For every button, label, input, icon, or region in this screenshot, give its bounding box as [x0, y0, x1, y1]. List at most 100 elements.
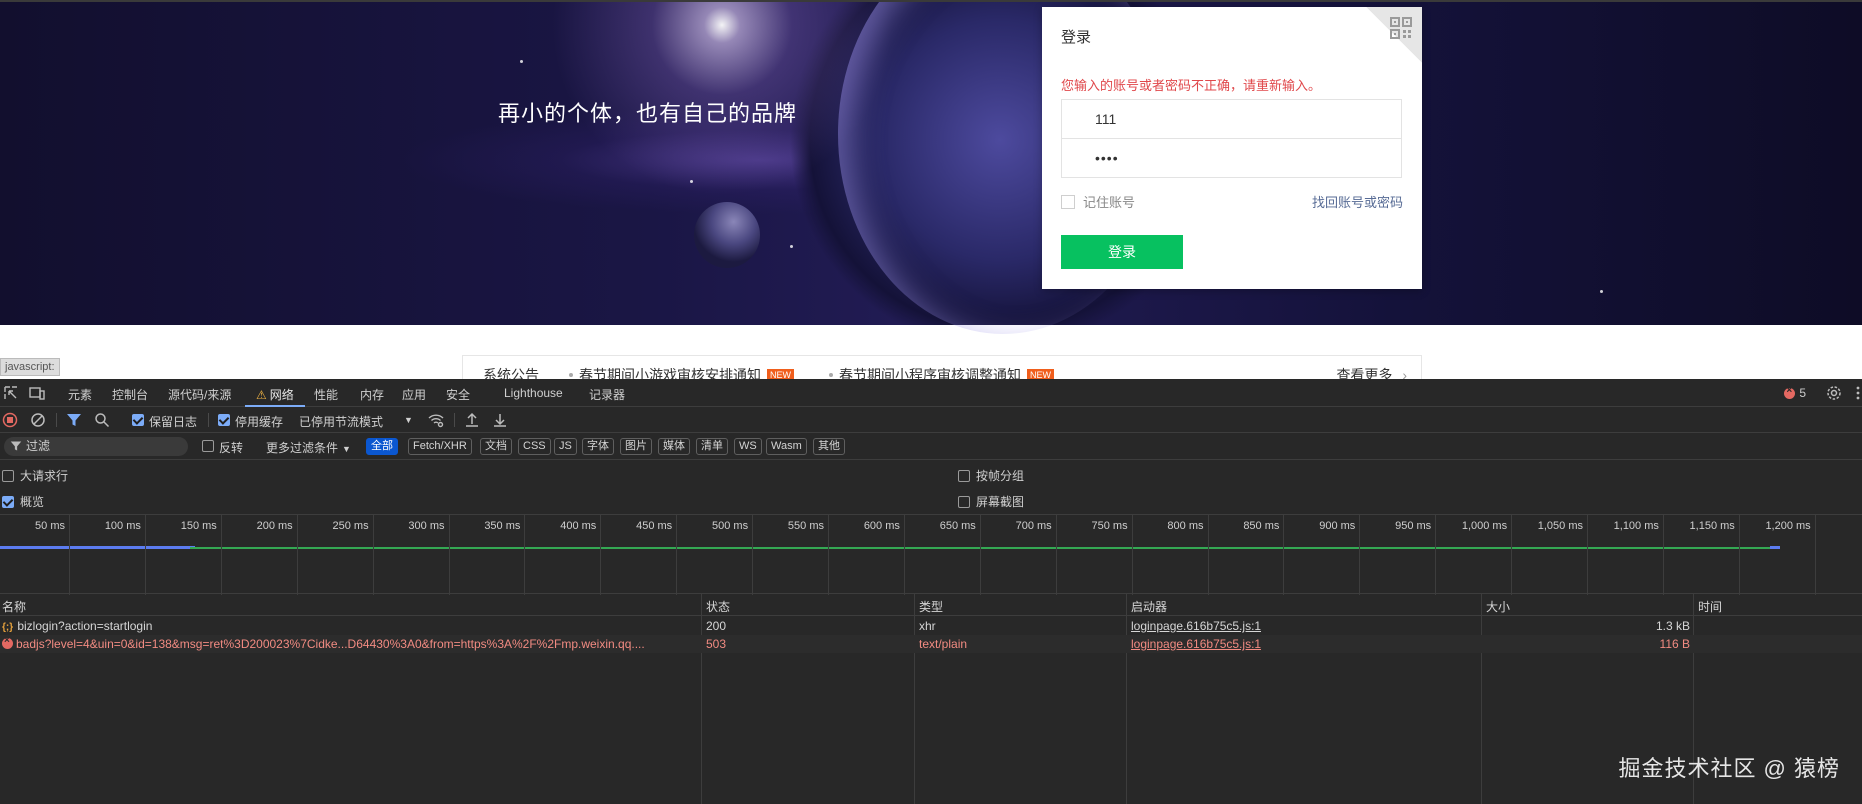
filter-icon	[10, 441, 22, 451]
tab-sources[interactable]: 源代码/来源	[168, 386, 231, 403]
large-rows-option[interactable]: 大请求行	[2, 467, 68, 484]
forgot-password-link[interactable]: 找回账号或密码	[1312, 192, 1403, 211]
header-time[interactable]: 时间	[1698, 598, 1722, 615]
header-size[interactable]: 大小	[1486, 598, 1510, 615]
cell-status: 503	[706, 637, 727, 651]
chip-font[interactable]: 字体	[582, 438, 614, 455]
network-conditions-icon[interactable]	[428, 412, 444, 428]
header-type[interactable]: 类型	[919, 598, 943, 615]
tab-security[interactable]: 安全	[446, 386, 470, 403]
chip-wasm[interactable]: Wasm	[766, 438, 807, 455]
timeline-tick-label: 550 ms	[787, 520, 824, 532]
group-by-frame-option[interactable]: 按帧分组	[958, 467, 1024, 484]
timeline-tick-label: 500 ms	[712, 520, 749, 532]
remember-account[interactable]: 记住账号	[1061, 192, 1135, 211]
large-rows-checkbox[interactable]	[2, 469, 14, 482]
export-har-icon[interactable]	[492, 412, 508, 428]
tab-console[interactable]: 控制台	[112, 386, 148, 403]
request-bar	[1770, 546, 1780, 549]
chip-img[interactable]: 图片	[620, 438, 652, 455]
account-input[interactable]: 111	[1061, 99, 1402, 139]
clear-icon[interactable]	[30, 412, 46, 428]
remember-checkbox[interactable]	[1061, 194, 1075, 209]
chip-css[interactable]: CSS	[518, 438, 551, 455]
timeline-tick-label: 450 ms	[636, 520, 673, 532]
invert-checkbox[interactable]	[202, 440, 214, 452]
group-by-frame-checkbox[interactable]	[958, 469, 970, 482]
filter-input[interactable]: 过滤	[4, 437, 188, 456]
cell-initiator-link[interactable]: loginpage.616b75c5.js:1	[1131, 637, 1261, 651]
remember-label: 记住账号	[1083, 195, 1136, 210]
notice-more-link[interactable]: 查看更多 ›	[1336, 365, 1407, 380]
notice-item[interactable]: 春节期间小程序审核调整通知 NEW	[829, 365, 1054, 380]
timeline-tick-label: 150 ms	[180, 520, 217, 532]
cell-initiator-link[interactable]: loginpage.616b75c5.js:1	[1131, 619, 1261, 633]
hero-slogan: 再小的个体，也有自己的品牌	[498, 101, 798, 126]
chip-fetch-xhr[interactable]: Fetch/XHR	[408, 438, 472, 455]
login-error-message: 您输入的账号或者密码不正确，请重新输入。	[1061, 78, 1322, 93]
cell-type: text/plain	[919, 637, 968, 651]
table-row[interactable]: {;} bizlogin?action=startlogin 200 xhr l…	[0, 617, 1862, 635]
timeline-tick-label: 800 ms	[1167, 520, 1204, 532]
overview-option[interactable]: 概览	[2, 493, 44, 510]
caret-down-icon[interactable]: ▼	[404, 415, 413, 425]
filter-icon[interactable]	[66, 412, 82, 428]
timeline-tick-label: 750 ms	[1091, 520, 1128, 532]
timeline-gridline	[903, 515, 905, 595]
tab-network[interactable]: ⚠ 网络	[256, 386, 294, 403]
preserve-log-checkbox[interactable]	[132, 414, 144, 426]
tab-memory[interactable]: 内存	[360, 386, 384, 403]
timeline-tick-label: 1,050 ms	[1537, 520, 1583, 532]
import-har-icon[interactable]	[464, 412, 480, 428]
login-button[interactable]: 登录	[1061, 235, 1183, 269]
settings-gear-icon[interactable]	[1826, 385, 1842, 401]
option-row: 概览 屏幕截图	[0, 487, 1862, 512]
more-filters-dropdown[interactable]: 更多过滤条件 ▼	[266, 439, 351, 456]
timeline-tick-label: 650 ms	[939, 520, 976, 532]
error-counter[interactable]: 5	[1784, 385, 1806, 400]
search-icon[interactable]	[94, 412, 110, 428]
table-row[interactable]: badjs?level=4&uin=0&id=138&msg=ret%3D200…	[0, 635, 1862, 653]
filter-placeholder: 过滤	[26, 439, 51, 453]
header-initiator[interactable]: 启动器	[1131, 598, 1167, 615]
timeline-tick-label: 350 ms	[484, 520, 521, 532]
throttle-select[interactable]: 已停用节流模式	[299, 413, 383, 430]
notice-bar: 系统公告 春节期间小游戏审核安排通知 NEW 春节期间小程序审核调整通知 NEW…	[462, 355, 1422, 380]
tab-lighthouse[interactable]: Lighthouse	[504, 386, 563, 400]
more-menu-icon[interactable]	[1850, 385, 1862, 401]
notice-item[interactable]: 春节期间小游戏审核安排通知 NEW	[569, 365, 794, 380]
timeline-gridline	[1814, 515, 1816, 595]
timeline-tick-label: 1,200 ms	[1765, 520, 1811, 532]
overview-checkbox[interactable]	[2, 495, 14, 508]
option-row: 大请求行 按帧分组	[0, 461, 1862, 486]
timeline-tick-label: 1,150 ms	[1689, 520, 1735, 532]
screenshots-option[interactable]: 屏幕截图	[958, 493, 1024, 510]
star	[520, 60, 523, 63]
network-overview-timeline[interactable]: 50 ms 100 ms 150 ms 200 ms 250 ms 300 ms 350 m…	[0, 514, 1862, 595]
tab-elements[interactable]: 元素	[68, 386, 92, 403]
password-input[interactable]: ••••	[1061, 138, 1402, 178]
chip-js[interactable]: JS	[554, 438, 577, 455]
record-stop-icon[interactable]	[2, 412, 18, 428]
tab-recorder[interactable]: 记录器	[589, 386, 625, 403]
timeline-gridline	[1738, 515, 1740, 595]
tab-application[interactable]: 应用	[402, 386, 426, 403]
notice-item-text: 春节期间小程序审核调整通知	[839, 367, 1021, 380]
chip-other[interactable]: 其他	[813, 438, 845, 455]
chip-manifest[interactable]: 清单	[696, 438, 728, 455]
header-name[interactable]: 名称	[2, 598, 26, 615]
timeline-tick-label: 600 ms	[863, 520, 900, 532]
tab-performance[interactable]: 性能	[314, 386, 338, 403]
chip-media[interactable]: 媒体	[658, 438, 690, 455]
timeline-tick-label: 300 ms	[408, 520, 445, 532]
screenshots-checkbox[interactable]	[958, 495, 970, 508]
qr-login-toggle[interactable]	[1366, 7, 1422, 63]
chip-doc[interactable]: 文档	[480, 438, 512, 455]
device-toolbar-icon[interactable]	[29, 385, 45, 401]
inspect-element-icon[interactable]	[3, 385, 19, 401]
chip-all[interactable]: 全部	[366, 438, 398, 455]
chip-ws[interactable]: WS	[734, 438, 762, 455]
header-status[interactable]: 状态	[706, 598, 730, 615]
disable-cache-checkbox[interactable]	[218, 414, 230, 426]
screen: 再小的个体，也有自己的品牌 登录 您输入的账号或者密码不正确，请重新输入。 11…	[0, 0, 1862, 804]
